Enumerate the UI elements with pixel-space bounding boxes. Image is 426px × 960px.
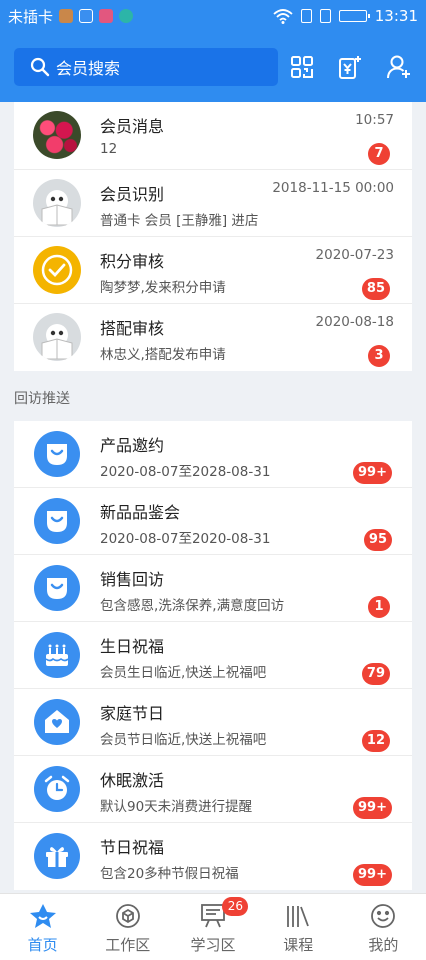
message-title: 会员识别 — [100, 185, 165, 204]
followup-title: 生日祝福 — [100, 637, 165, 656]
followup-subtitle: 包含20多种节假日祝福 — [100, 866, 239, 882]
message-title: 会员消息 — [100, 117, 165, 136]
followup-card: 产品邀约 2020-08-07至2028-08-31 99+ 新品品鉴会 202… — [14, 421, 412, 890]
count-badge: 12 — [361, 730, 390, 752]
home-star-icon — [28, 902, 58, 930]
unread-badge: 7 — [368, 143, 390, 165]
list-item[interactable]: 积分审核 陶梦梦,发来积分申请 2020-07-23 85 — [14, 237, 412, 304]
battery-icon — [338, 10, 370, 22]
tab-study[interactable]: 学习区 26 — [170, 894, 255, 960]
list-item[interactable]: 生日祝福 会员生日临近,快送上祝福吧 79 — [14, 622, 412, 689]
message-title: 搭配审核 — [100, 319, 165, 338]
tab-courses[interactable]: 课程 — [256, 894, 341, 960]
tab-label: 我的 — [368, 936, 399, 954]
flowers-photo-avatar — [33, 111, 81, 159]
payment-code-icon[interactable] — [338, 54, 362, 80]
message-time: 2020-08-18 — [315, 314, 394, 330]
followup-subtitle: 2020-08-07至2020-08-31 — [100, 531, 271, 547]
cake-icon — [34, 632, 80, 678]
add-member-icon[interactable] — [386, 54, 412, 80]
pocket-icon — [34, 498, 80, 544]
clock-time: 13:31 — [374, 7, 418, 25]
followup-subtitle: 会员生日临近,快送上祝福吧 — [100, 665, 267, 681]
followup-title: 销售回访 — [100, 570, 165, 589]
list-item[interactable]: 节日祝福 包含20多种节假日祝福 99+ — [14, 823, 412, 890]
tab-label: 学习区 — [190, 936, 236, 954]
status-bar: 未插卡 13:31 — [0, 0, 426, 32]
message-subtitle: 普通卡 会员 [王静雅] 进店 — [100, 213, 259, 229]
count-badge: 99+ — [353, 864, 392, 886]
study-badge: 26 — [222, 897, 249, 916]
member-search-input[interactable]: 会员搜索 — [14, 48, 278, 86]
tab-workspace[interactable]: 工作区 — [85, 894, 170, 960]
message-subtitle: 12 — [100, 141, 118, 157]
top-header: 会员搜索 — [0, 32, 426, 102]
followup-subtitle: 2020-08-07至2028-08-31 — [100, 464, 271, 480]
penguin-avatar — [33, 313, 81, 361]
home-heart-icon — [34, 699, 80, 745]
gift-icon — [34, 833, 80, 879]
message-subtitle: 林忠义,搭配发布申请 — [100, 347, 226, 363]
qr-code-icon[interactable] — [290, 55, 314, 79]
carrier-label: 未插卡 — [8, 7, 54, 26]
pocket-icon — [34, 565, 80, 611]
books-icon — [284, 902, 312, 930]
followup-title: 家庭节日 — [100, 704, 165, 723]
followup-title: 新品品鉴会 — [100, 503, 181, 522]
search-placeholder: 会员搜索 — [56, 59, 121, 78]
unread-badge: 3 — [368, 345, 390, 367]
followup-subtitle: 会员节日临近,快送上祝福吧 — [100, 732, 267, 748]
notification-app-icon — [59, 9, 74, 23]
tab-label: 首页 — [27, 936, 58, 954]
tab-label: 课程 — [283, 936, 314, 954]
message-subtitle: 陶梦梦,发来积分申请 — [100, 280, 226, 296]
tab-home[interactable]: 首页 — [0, 894, 85, 960]
check-badge-avatar — [33, 246, 81, 294]
notification-app-icon — [79, 9, 94, 23]
list-item[interactable]: 销售回访 包含感恩,洗涤保养,满意度回访 1 — [14, 555, 412, 622]
list-item[interactable]: 会员消息 12 10:57 7 — [14, 102, 412, 170]
sim-slot-icon — [319, 9, 331, 23]
list-item[interactable]: 搭配审核 林忠义,搭配发布申请 2020-08-18 3 — [14, 304, 412, 371]
followup-subtitle: 默认90天未消费进行提醒 — [100, 799, 253, 815]
smile-icon — [370, 902, 396, 930]
message-time: 2020-07-23 — [315, 247, 394, 263]
count-badge: 99+ — [353, 462, 392, 484]
list-item[interactable]: 产品邀约 2020-08-07至2028-08-31 99+ — [14, 421, 412, 488]
section-heading: 回访推送 — [14, 391, 70, 407]
message-time: 2018-11-15 00:00 — [272, 180, 394, 196]
count-badge: 1 — [368, 596, 390, 618]
list-item[interactable]: 休眠激活 默认90天未消费进行提醒 99+ — [14, 756, 412, 823]
list-item[interactable]: 新品品鉴会 2020-08-07至2020-08-31 95 — [14, 488, 412, 555]
penguin-avatar — [33, 179, 81, 227]
tab-label: 工作区 — [105, 936, 151, 954]
notification-app-icon — [99, 9, 114, 23]
followup-title: 节日祝福 — [100, 838, 165, 857]
count-badge: 79 — [361, 663, 390, 685]
followup-title: 产品邀约 — [100, 436, 165, 455]
sim-slot-icon — [300, 9, 312, 23]
messages-card: 会员消息 12 10:57 7 会员识别 普通卡 会员 [王静雅] 进店 201… — [14, 102, 412, 371]
unread-badge: 85 — [361, 278, 390, 300]
notification-app-icon — [119, 9, 134, 23]
followup-subtitle: 包含感恩,洗涤保养,满意度回访 — [100, 598, 285, 614]
followup-title: 休眠激活 — [100, 771, 165, 790]
tab-mine[interactable]: 我的 — [341, 894, 426, 960]
pocket-icon — [34, 431, 80, 477]
alarm-clock-icon — [34, 766, 80, 812]
list-item[interactable]: 会员识别 普通卡 会员 [王静雅] 进店 2018-11-15 00:00 — [14, 170, 412, 237]
cube-icon — [115, 902, 141, 930]
message-time: 10:57 — [355, 112, 394, 128]
wifi-icon — [273, 8, 293, 24]
count-badge: 99+ — [353, 797, 392, 819]
message-title: 积分审核 — [100, 252, 165, 271]
count-badge: 95 — [363, 529, 392, 551]
bottom-tab-bar: 首页 工作区 学习区 26 课程 我的 — [0, 893, 426, 960]
list-item[interactable]: 家庭节日 会员节日临近,快送上祝福吧 12 — [14, 689, 412, 756]
search-icon — [30, 57, 50, 77]
